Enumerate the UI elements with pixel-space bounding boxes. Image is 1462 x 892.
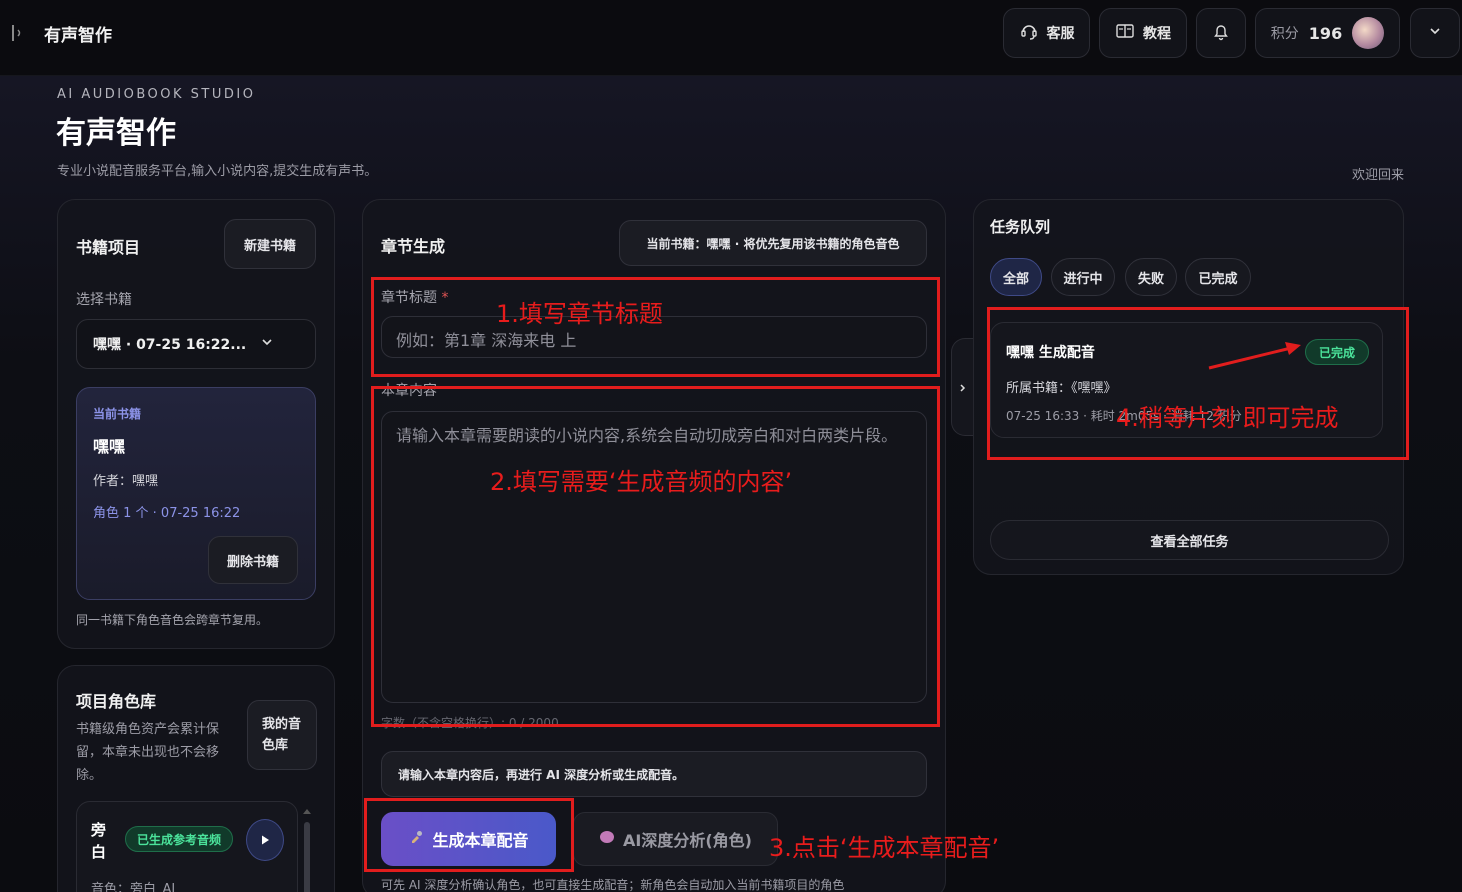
content-hint: 请输入本章内容后，再进行 AI 深度分析或生成配音。 — [381, 751, 927, 797]
bell-icon — [1211, 21, 1231, 45]
view-all-tasks-button[interactable]: 查看全部任务 — [990, 520, 1389, 560]
welcome-text: 欢迎回来 — [1351, 168, 1404, 183]
roles-scrollbar[interactable] — [301, 804, 313, 892]
page-title: 有声智作 — [56, 116, 176, 151]
play-icon — [259, 831, 271, 850]
tutorial-label: 教程 — [1143, 26, 1171, 42]
current-book-roles-meta: 角色 1 个 · 07-25 16:22 — [93, 506, 241, 521]
user-menu-button[interactable] — [1410, 8, 1460, 58]
points-value: 196 — [1308, 23, 1343, 43]
roles-title: 项目角色库 — [76, 692, 157, 711]
current-book-panel: 当前书籍 嘿嘿 作者：嘿嘿 角色 1 个 · 07-25 16:22 删除书籍 — [76, 387, 316, 600]
annotation-box-task — [987, 307, 1409, 460]
annotation-box-content — [371, 386, 940, 727]
my-voice-library-label: 我的音色库 — [262, 717, 302, 753]
support-button[interactable]: 客服 — [1003, 8, 1090, 58]
my-voice-library-button[interactable]: 我的音色库 — [247, 700, 317, 770]
book-select-value: 嘿嘿 · 07-25 16:22... — [93, 337, 247, 353]
avatar[interactable] — [1352, 17, 1385, 49]
annotation-arrow-icon — [1208, 342, 1301, 370]
book-icon — [1115, 21, 1135, 45]
queue-title: 任务队列 — [990, 218, 1051, 236]
top-bar: 有声智作 客服 教程 积分 196 — [0, 0, 1462, 76]
role-status-badge: 已生成参考音频 — [125, 826, 233, 852]
annotation-step1: 1.填写章节标题 — [496, 300, 663, 328]
roles-desc: 书籍级角色资产会累计保留，本章未出现也不会移除。 — [76, 722, 220, 783]
annotation-step2: 2.填写需要‘生成音频的内容’ — [490, 468, 793, 496]
delete-book-button[interactable]: 删除书籍 — [208, 536, 298, 584]
play-button[interactable] — [246, 819, 284, 861]
tab-all[interactable]: 全部 — [990, 258, 1042, 296]
tab-completed[interactable]: 已完成 — [1185, 258, 1251, 296]
roles-card: 项目角色库 书籍级角色资产会累计保留，本章未出现也不会移除。 我的音色库 旁白 … — [57, 665, 335, 892]
annotation-step3: 3.点击‘生成本章配音’ — [769, 834, 1000, 862]
role-name: 旁白 — [91, 821, 107, 861]
select-book-label: 选择书籍 — [76, 292, 132, 308]
role-voice: 音色：旁白_AI — [91, 882, 176, 892]
notification-button[interactable] — [1196, 8, 1246, 58]
books-card: 书籍项目 新建书籍 选择书籍 嘿嘿 · 07-25 16:22... 当前书籍 … — [57, 199, 335, 649]
book-select[interactable]: 嘿嘿 · 07-25 16:22... — [76, 319, 316, 369]
tutorial-button[interactable]: 教程 — [1099, 8, 1187, 58]
points-display[interactable]: 积分 196 — [1255, 8, 1400, 58]
books-title: 书籍项目 — [76, 238, 141, 257]
ai-analyze-roles-label: AI深度分析(角色) — [623, 831, 752, 850]
current-book-author: 作者：嘿嘿 — [93, 474, 159, 489]
collapse-panel-handle[interactable] — [951, 338, 973, 436]
tab-in-progress[interactable]: 进行中 — [1051, 258, 1115, 296]
role-item[interactable]: 旁白 已生成参考音频 音色：旁白_AI — [76, 801, 298, 892]
current-book-tag: 当前书籍 — [93, 407, 142, 421]
new-book-button[interactable]: 新建书籍 — [224, 219, 316, 269]
chevron-down-icon — [1425, 21, 1445, 45]
brain-icon — [599, 829, 615, 849]
support-label: 客服 — [1046, 26, 1075, 42]
points-label: 积分 — [1270, 26, 1299, 42]
headset-icon — [1019, 21, 1039, 45]
page-subtitle: 专业小说配音服务平台,输入小说内容,提交生成有声书。 — [57, 164, 378, 179]
ai-analyze-roles-button[interactable]: AI深度分析(角色) — [573, 812, 778, 866]
current-book-note: 当前书籍：嘿嘿 · 将优先复用该书籍的角色音色 — [619, 220, 927, 266]
chevron-right-icon — [958, 378, 968, 397]
books-note: 同一书籍下角色音色会跨章节复用。 — [76, 613, 269, 627]
app-logo-icon — [10, 22, 26, 44]
app-title: 有声智作 — [44, 26, 112, 46]
annotation-step4: 4.稍等片刻 即可完成 — [1116, 404, 1339, 432]
annotation-box-generate — [364, 798, 574, 872]
tab-failed[interactable]: 失败 — [1125, 258, 1177, 296]
chapter-title: 章节生成 — [381, 237, 446, 256]
chapter-footer-note: 可先 AI 深度分析确认角色，也可直接生成配音；新角色会自动加入当前书籍项目的角… — [381, 878, 845, 892]
chevron-down-icon — [260, 335, 274, 353]
hero-eyebrow: AI AUDIOBOOK STUDIO — [57, 87, 256, 102]
current-book-name: 嘿嘿 — [93, 437, 126, 456]
